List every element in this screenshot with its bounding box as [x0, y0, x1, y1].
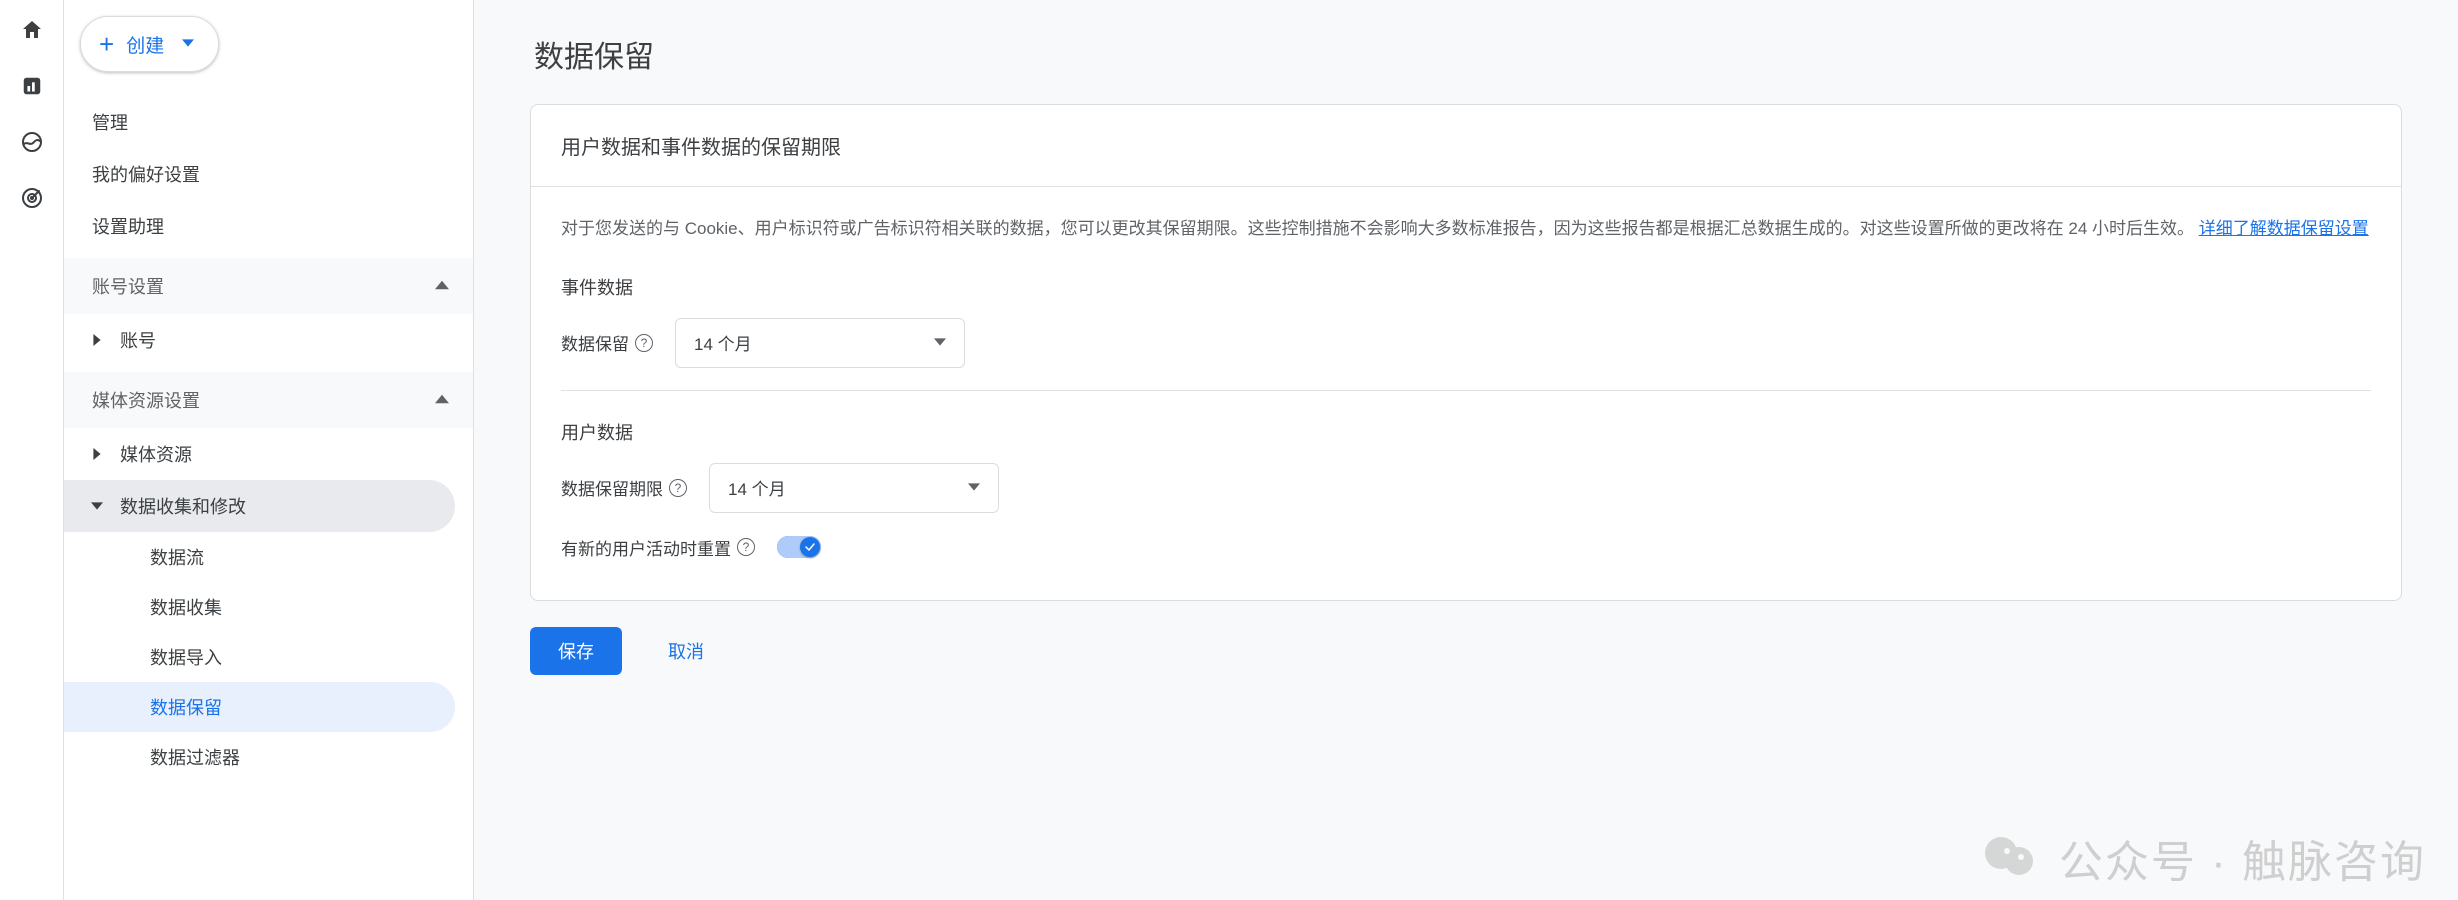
help-icon[interactable]: ? — [669, 479, 687, 497]
event-retention-label: 数据保留 ? — [561, 330, 653, 355]
admin-sidebar: + 创建 管理 我的偏好设置 设置助理 账号设置 账号 媒体资源设置 — [64, 0, 474, 900]
create-label: 创建 — [126, 31, 164, 58]
subnav-data-import[interactable]: 数据导入 — [64, 632, 473, 682]
home-icon[interactable] — [20, 18, 44, 42]
nav-setup-assistant[interactable]: 设置助理 — [64, 200, 473, 252]
cancel-button[interactable]: 取消 — [650, 627, 722, 675]
plus-icon: + — [99, 31, 114, 57]
learn-more-link[interactable]: 详细了解数据保留设置 — [2199, 219, 2369, 238]
card-description: 对于您发送的与 Cookie、用户标识符或广告标识符相关联的数据，您可以更改其保… — [561, 215, 2371, 244]
arrow-right-icon — [92, 448, 104, 460]
chevron-up-icon — [435, 276, 449, 297]
retention-card: 用户数据和事件数据的保留期限 对于您发送的与 Cookie、用户标识符或广告标识… — [530, 104, 2402, 601]
user-retention-label: 数据保留期限 ? — [561, 475, 687, 500]
tree-data-collection-group[interactable]: 数据收集和修改 — [64, 480, 455, 532]
reports-icon[interactable] — [20, 74, 44, 98]
reset-on-activity-label: 有新的用户活动时重置 ? — [561, 535, 755, 560]
check-icon — [800, 537, 820, 557]
subnav-data-retention[interactable]: 数据保留 — [64, 682, 455, 732]
tree-property[interactable]: 媒体资源 — [64, 428, 473, 480]
divider — [561, 390, 2371, 391]
watermark: 公众号 · 触脉咨询 — [1979, 826, 2426, 890]
section-property-settings[interactable]: 媒体资源设置 — [64, 372, 473, 428]
subnav-data-filters[interactable]: 数据过滤器 — [64, 732, 473, 782]
reset-on-activity-toggle[interactable] — [777, 536, 821, 558]
action-row: 保存 取消 — [530, 627, 2402, 675]
caret-down-icon — [182, 33, 194, 55]
user-data-block: 用户数据 数据保留期限 ? 14 个月 — [561, 419, 2371, 560]
explore-icon[interactable] — [20, 130, 44, 154]
save-button[interactable]: 保存 — [530, 627, 622, 675]
main-content: 数据保留 用户数据和事件数据的保留期限 对于您发送的与 Cookie、用户标识符… — [474, 0, 2458, 900]
chevron-up-icon — [435, 390, 449, 411]
create-button[interactable]: + 创建 — [80, 16, 219, 72]
tree-account[interactable]: 账号 — [64, 314, 473, 366]
help-icon[interactable]: ? — [737, 538, 755, 556]
advertising-icon[interactable] — [20, 186, 44, 210]
user-block-title: 用户数据 — [561, 419, 2371, 445]
user-retention-select[interactable]: 14 个月 — [709, 463, 999, 513]
icon-rail — [0, 0, 64, 900]
nav-preferences[interactable]: 我的偏好设置 — [64, 148, 473, 200]
card-header: 用户数据和事件数据的保留期限 — [531, 105, 2401, 187]
caret-down-icon — [934, 333, 946, 353]
subnav-data-streams[interactable]: 数据流 — [64, 532, 473, 582]
help-icon[interactable]: ? — [635, 334, 653, 352]
event-retention-select[interactable]: 14 个月 — [675, 318, 965, 368]
nav-admin[interactable]: 管理 — [64, 96, 473, 148]
event-data-block: 事件数据 数据保留 ? 14 个月 — [561, 274, 2371, 368]
arrow-right-icon — [92, 334, 104, 346]
page-title: 数据保留 — [534, 32, 2402, 76]
event-block-title: 事件数据 — [561, 274, 2371, 300]
caret-down-icon — [968, 478, 980, 498]
section-account-settings[interactable]: 账号设置 — [64, 258, 473, 314]
subnav-data-collection[interactable]: 数据收集 — [64, 582, 473, 632]
arrow-down-icon — [92, 500, 104, 512]
